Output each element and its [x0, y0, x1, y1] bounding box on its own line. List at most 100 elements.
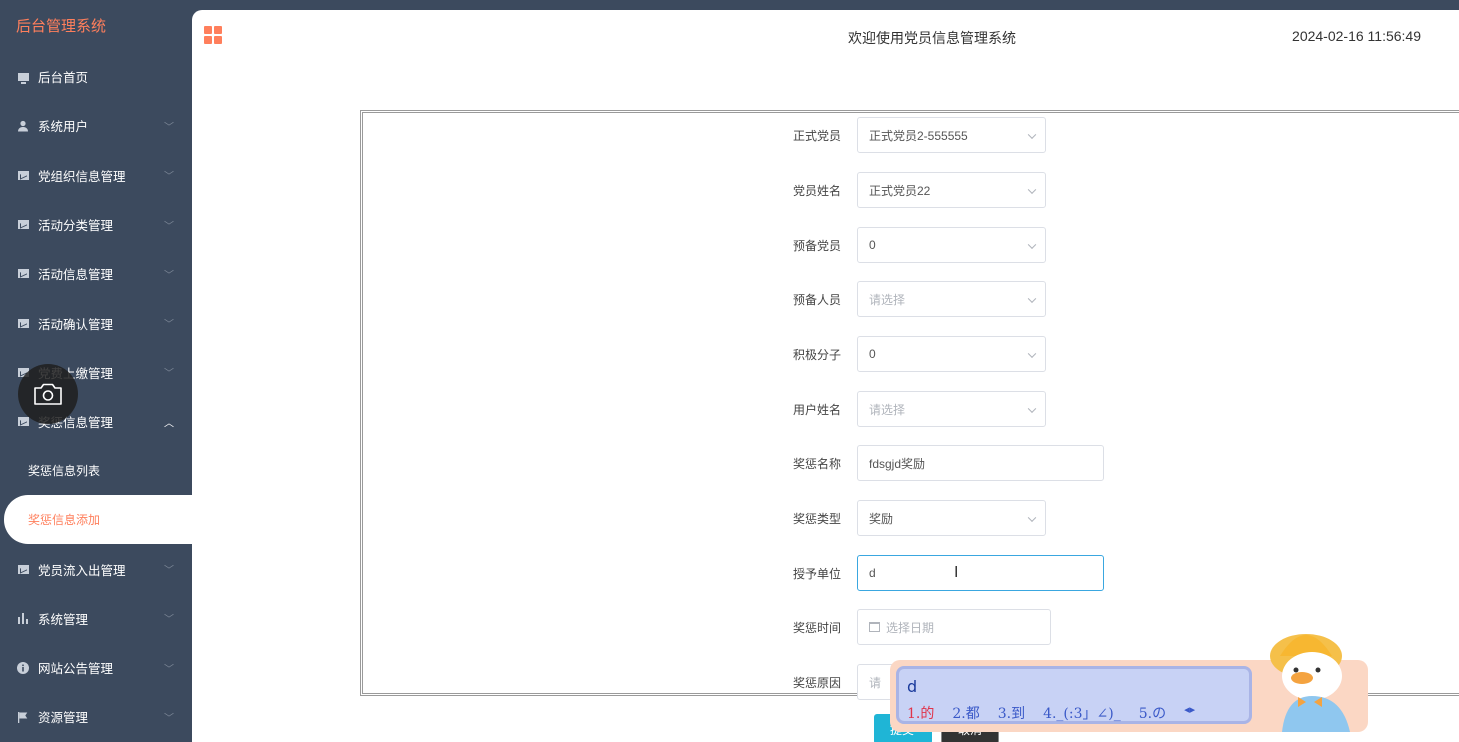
ime-candidate[interactable]: 1.的 — [907, 703, 934, 723]
sidebar-item-activity-confirm[interactable]: 活动确认管理 ﹀ — [0, 298, 192, 347]
sidebar-item-label: 后台首页 — [38, 70, 89, 86]
select-value: 正式党员2-555555 — [869, 128, 968, 143]
select-placeholder: 请选择 — [869, 402, 906, 417]
page-title: 欢迎使用党员信息管理系统 — [848, 31, 1016, 47]
chevron-down-icon: ﹀ — [164, 614, 174, 626]
chevron-down-icon — [1027, 240, 1037, 249]
sidebar-item-label: 网站公告管理 — [38, 661, 114, 677]
sidebar-item-label: 资源管理 — [38, 710, 89, 726]
sidebar-subitem-rewards-add[interactable]: 奖惩信息添加 — [4, 495, 192, 545]
chevron-down-icon — [1027, 349, 1037, 358]
field-label: 积极分子 — [792, 347, 841, 362]
duck-mascot-icon — [1270, 634, 1350, 732]
flag-icon — [16, 710, 30, 724]
camera-icon — [34, 383, 62, 405]
user-name-select[interactable]: 请选择 — [857, 391, 1046, 427]
input-placeholder: 请 — [869, 675, 882, 690]
sidebar-item-system-users[interactable]: 系统用户 ﹀ — [0, 101, 192, 150]
activist-select[interactable]: 0 — [857, 336, 1046, 372]
ime-panel: d 1.的 2.都 3.到 4._(:3」∠)_ 5.の ◂▸ — [896, 666, 1252, 724]
chevron-down-icon: ﹀ — [164, 171, 174, 183]
field-label: 奖惩名称 — [792, 456, 841, 471]
calendar-icon — [869, 622, 880, 632]
field-label: 奖惩时间 — [792, 620, 841, 635]
text-cursor-icon: Ι — [954, 564, 959, 581]
sidebar-item-label: 党组织信息管理 — [38, 168, 126, 184]
input-value: d — [869, 566, 876, 580]
select-value: 正式党员22 — [869, 183, 931, 198]
sidebar-item-party-org[interactable]: 党组织信息管理 ﹀ — [0, 151, 192, 200]
chevron-down-icon — [1027, 185, 1037, 194]
reward-type-select[interactable]: 奖励 — [857, 500, 1046, 536]
field-label: 党员姓名 — [792, 183, 841, 198]
select-value: 0 — [869, 238, 876, 252]
sidebar-item-activity-category[interactable]: 活动分类管理 ﹀ — [0, 200, 192, 249]
ime-candidate[interactable]: 2.都 — [952, 703, 979, 723]
select-placeholder: 请选择 — [869, 292, 906, 307]
ime-candidates: 1.的 2.都 3.到 4._(:3」∠)_ 5.の ◂▸ — [907, 703, 1195, 723]
sidebar-item-label: 系统管理 — [38, 611, 89, 627]
chevron-down-icon: ﹀ — [164, 270, 174, 282]
chevron-up-icon: ︿ — [164, 418, 174, 430]
sidebar-item-member-flow[interactable]: 党员流入出管理 ﹀ — [0, 544, 192, 593]
chevron-down-icon — [1027, 404, 1037, 413]
ime-input-text: d — [907, 677, 918, 696]
chart-icon — [16, 316, 30, 330]
chart-icon — [16, 267, 30, 281]
sidebar-item-activity-info[interactable]: 活动信息管理 ﹀ — [0, 249, 192, 298]
chevron-down-icon — [1027, 130, 1037, 139]
chevron-down-icon: ﹀ — [164, 368, 174, 380]
sidebar-item-label: 系统用户 — [38, 119, 89, 135]
select-value: 0 — [869, 347, 876, 361]
sidebar-item-label: 活动信息管理 — [38, 267, 114, 283]
granting-unit-input[interactable]: d Ι — [857, 555, 1104, 591]
field-label: 奖惩原因 — [792, 675, 841, 690]
chevron-down-icon — [1027, 513, 1037, 522]
sidebar-item-announcements[interactable]: 网站公告管理 ﹀ — [0, 643, 192, 692]
reward-name-input[interactable]: fdsgjd奖励 — [857, 445, 1104, 481]
chevron-down-icon: ﹀ — [164, 221, 174, 233]
field-label: 授予单位 — [792, 566, 841, 581]
monitor-icon — [16, 70, 30, 84]
info-icon — [16, 661, 30, 675]
formal-member-select[interactable]: 正式党员2-555555 — [857, 117, 1046, 153]
probationary-member-select[interactable]: 0 — [857, 227, 1046, 263]
ime-page-arrows-icon[interactable]: ◂▸ — [1184, 703, 1195, 723]
chevron-down-icon: ﹀ — [164, 565, 174, 577]
sidebar-item-home[interactable]: 后台首页 — [0, 52, 192, 101]
field-label: 正式党员 — [792, 128, 841, 143]
sidebar-subitem-rewards-list[interactable]: 奖惩信息列表 — [0, 446, 192, 495]
sidebar-item-label: 党员流入出管理 — [38, 562, 126, 578]
reward-date-picker[interactable]: 选择日期 — [857, 609, 1051, 645]
field-label: 预备党员 — [792, 238, 841, 253]
sidebar-item-resources[interactable]: 资源管理 ﹀ — [0, 692, 192, 741]
chevron-down-icon: ﹀ — [164, 713, 174, 725]
ime-candidate[interactable]: 5.の — [1139, 703, 1166, 723]
chart-icon — [16, 562, 30, 576]
screenshot-camera-button[interactable] — [18, 364, 78, 424]
bar-chart-icon — [16, 611, 30, 625]
header-datetime: 2024-02-16 11:56:49 — [1292, 28, 1421, 44]
date-placeholder: 选择日期 — [886, 620, 935, 635]
user-icon — [16, 119, 30, 133]
chevron-down-icon: ﹀ — [164, 122, 174, 134]
form-container: 正式党员 正式党员2-555555 党员姓名 正式党员22 预备党员 0 预备人… — [360, 110, 1459, 700]
chevron-down-icon — [1027, 294, 1037, 303]
ime-candidate[interactable]: 4._(:3」∠)_ — [1043, 703, 1121, 723]
member-name-select[interactable]: 正式党员22 — [857, 172, 1046, 208]
sidebar-item-label: 活动确认管理 — [38, 316, 114, 332]
field-label: 奖惩类型 — [792, 511, 841, 526]
chevron-down-icon: ﹀ — [164, 319, 174, 331]
chart-icon — [16, 218, 30, 232]
chart-icon — [16, 168, 30, 182]
ime-candidate[interactable]: 3.到 — [998, 703, 1025, 723]
input-value: fdsgjd奖励 — [869, 456, 926, 471]
select-value: 奖励 — [869, 511, 894, 526]
sidebar-item-system-mgmt[interactable]: 系统管理 ﹀ — [0, 594, 192, 643]
field-label: 预备人员 — [792, 292, 841, 307]
probationary-person-select[interactable]: 请选择 — [857, 281, 1046, 317]
ime-candidate-window: d 1.的 2.都 3.到 4._(:3」∠)_ 5.の ◂▸ — [890, 634, 1368, 732]
brand-title: 后台管理系统 — [16, 17, 107, 35]
sidebar-item-label: 活动分类管理 — [38, 218, 114, 234]
field-label: 用户姓名 — [792, 402, 841, 417]
